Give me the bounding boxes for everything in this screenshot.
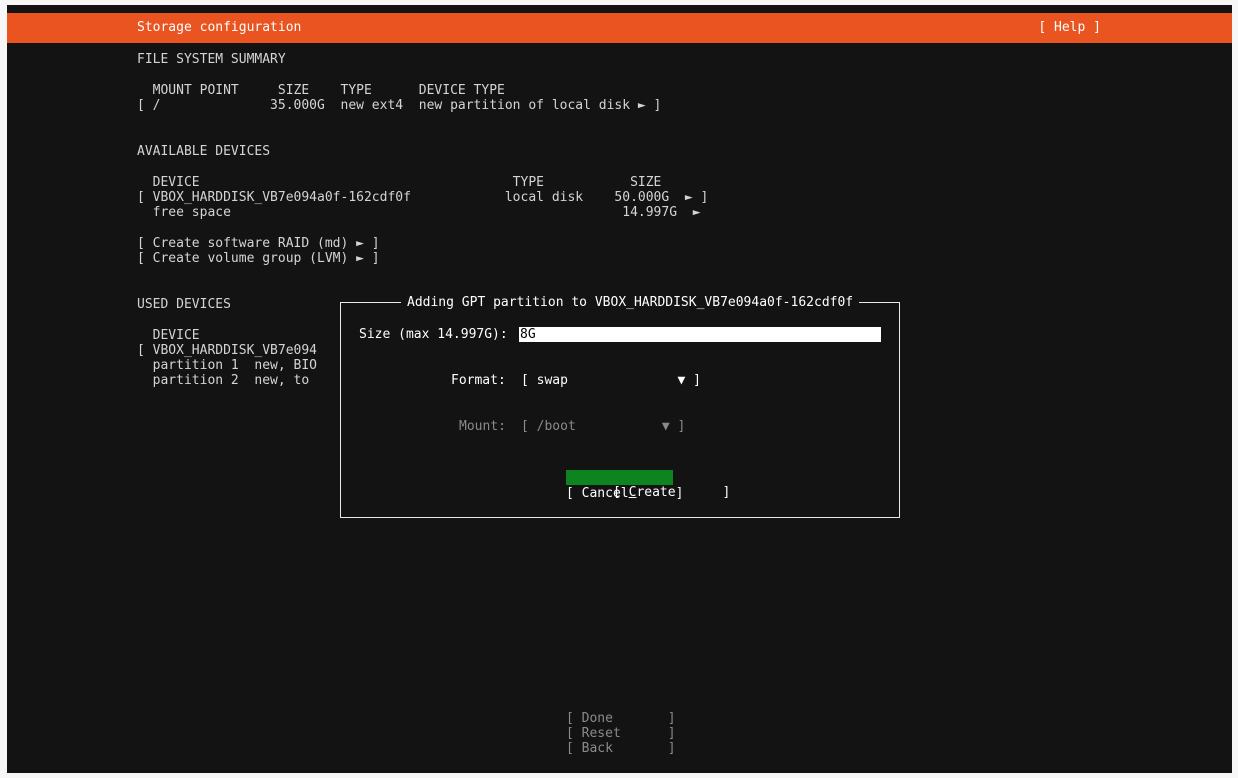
- help-button[interactable]: [ Help ]: [1038, 20, 1101, 35]
- installer-screen: Storage configuration [ Help ] FILE SYST…: [7, 5, 1232, 773]
- done-button[interactable]: [ Done ]: [566, 711, 676, 726]
- free-space-row[interactable]: free space 14.997G ►: [137, 205, 701, 220]
- fs-summary-row-root[interactable]: [ / 35.000G new ext4 new partition of lo…: [137, 98, 661, 113]
- header-bar: Storage configuration [ Help ]: [7, 13, 1232, 43]
- fs-summary-heading: FILE SYSTEM SUMMARY: [137, 52, 286, 67]
- reset-button[interactable]: [ Reset ]: [566, 726, 676, 741]
- format-label: Format:: [451, 373, 506, 388]
- page-title: Storage configuration: [137, 20, 302, 35]
- available-devices-heading: AVAILABLE DEVICES: [137, 144, 271, 159]
- mount-select[interactable]: [ /boot ▼ ]: [521, 419, 685, 434]
- cancel-button[interactable]: [ Cancel ]: [566, 486, 683, 501]
- available-devices-columns: DEVICE TYPE SIZE: [137, 175, 662, 190]
- add-partition-dialog: Adding GPT partition to VBOX_HARDDISK_VB…: [340, 295, 900, 518]
- size-label: Size (max 14.997G):: [359, 327, 508, 342]
- mount-label: Mount:: [459, 419, 506, 434]
- create-raid-button[interactable]: [ Create software RAID (md) ► ]: [137, 236, 380, 251]
- used-devices-heading: USED DEVICES: [137, 297, 231, 312]
- fs-summary-columns: MOUNT POINT SIZE TYPE DEVICE TYPE: [137, 83, 505, 98]
- create-button[interactable]: [ Create ]: [566, 470, 730, 500]
- available-device-row[interactable]: [ VBOX_HARDDISK_VB7e094a0f-162cdf0f loca…: [137, 190, 708, 205]
- format-select[interactable]: [ swap ▼ ]: [521, 373, 701, 388]
- used-devices-columns: DEVICE: [137, 328, 200, 343]
- used-partition-1-row[interactable]: partition 1 new, BIO: [137, 358, 317, 373]
- create-lvm-button[interactable]: [ Create volume group (LVM) ► ]: [137, 251, 380, 266]
- used-device-row[interactable]: [ VBOX_HARDDISK_VB7e094: [137, 343, 317, 358]
- dialog-title: Adding GPT partition to VBOX_HARDDISK_VB…: [401, 295, 860, 310]
- back-button[interactable]: [ Back ]: [566, 741, 676, 756]
- size-input[interactable]: [519, 327, 881, 342]
- used-partition-2-row[interactable]: partition 2 new, to: [137, 373, 310, 388]
